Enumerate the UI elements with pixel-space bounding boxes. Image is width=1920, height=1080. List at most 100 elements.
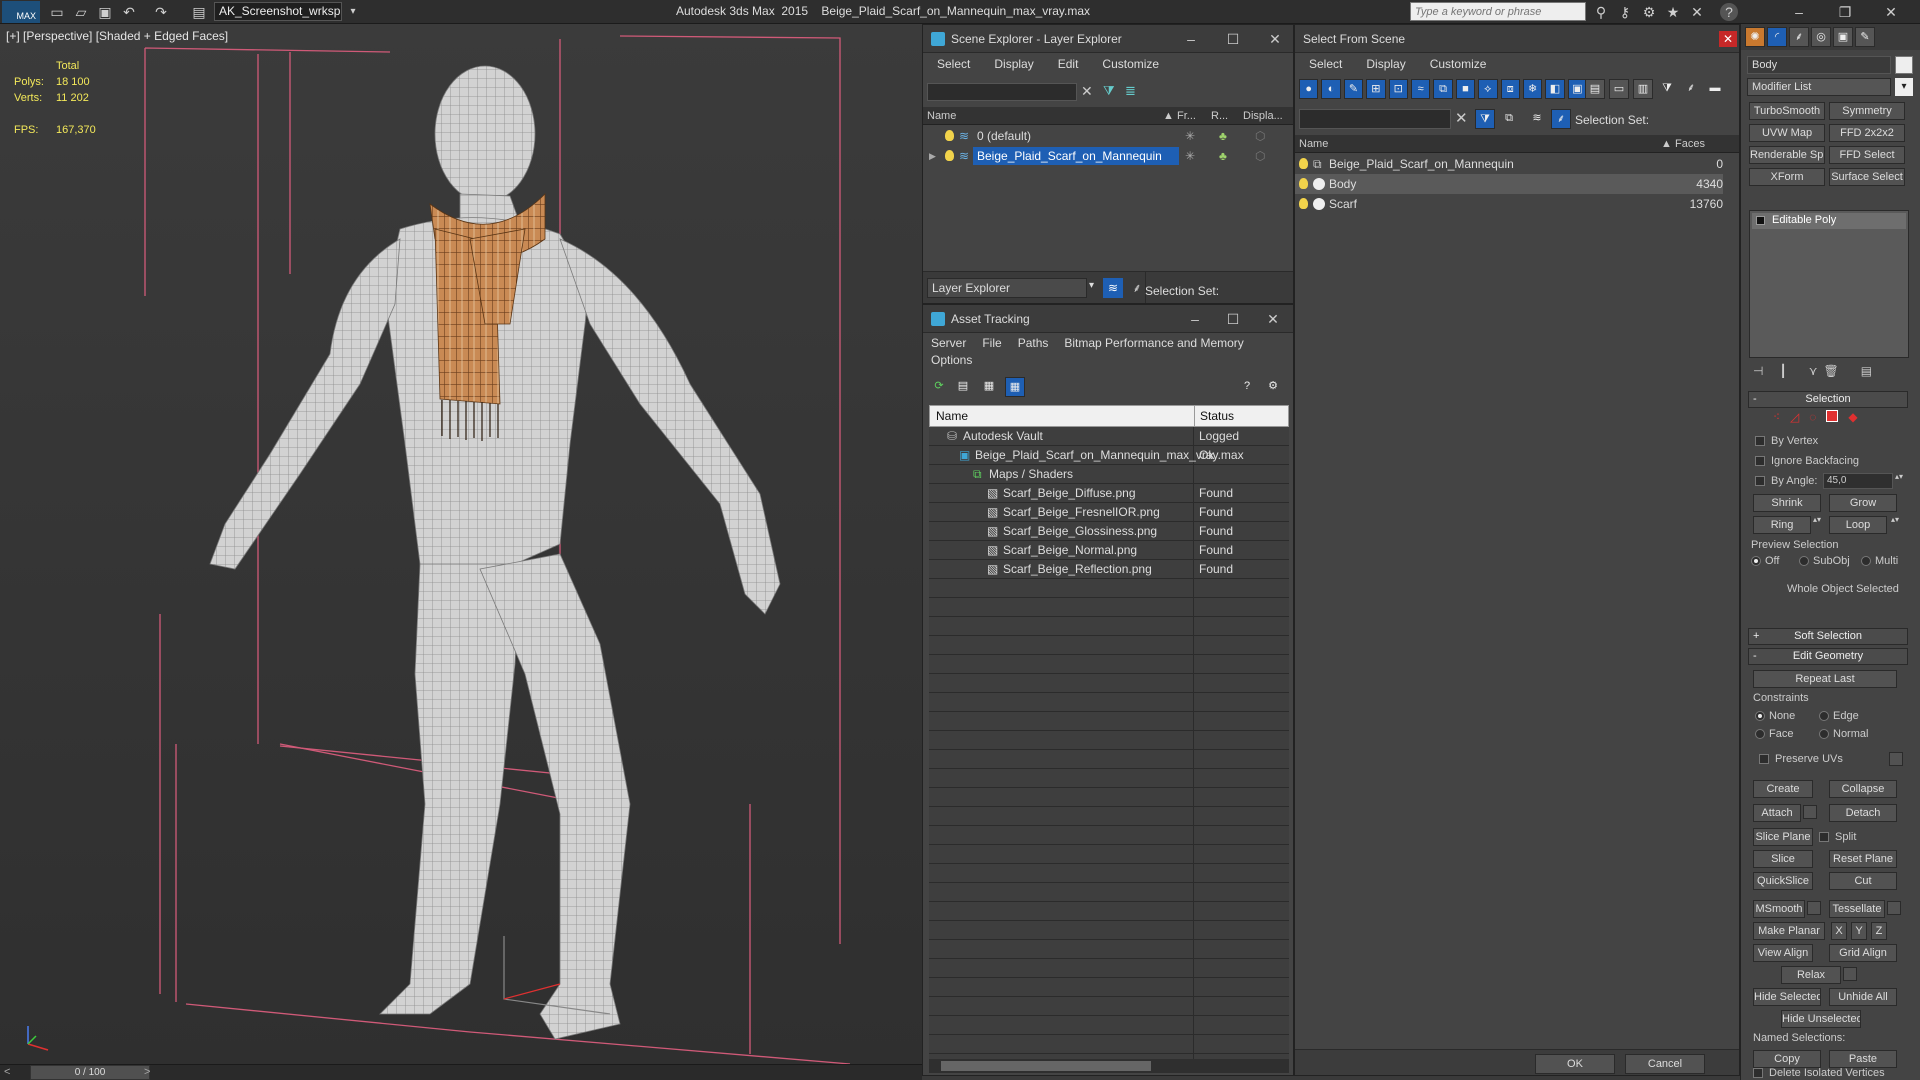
clear-find-icon[interactable]: ✕ (1455, 109, 1468, 127)
tessellate-settings-icon[interactable] (1887, 901, 1901, 915)
object-row[interactable]: Scarf 13760 (1295, 194, 1739, 214)
restore-icon[interactable]: ❐ (1836, 3, 1854, 21)
project-folder-icon[interactable]: ▤ (190, 3, 208, 21)
help-icon[interactable]: ? (1720, 3, 1738, 21)
spinner-arrows-icon[interactable]: ▴▾ (1895, 472, 1903, 481)
binoculars-icon[interactable]: ⚲ (1592, 3, 1610, 21)
horizontal-scrollbar[interactable] (929, 1059, 1289, 1073)
copy-button[interactable]: Copy (1753, 1050, 1821, 1068)
unhide-all-button[interactable]: Unhide All (1829, 988, 1897, 1006)
preserve-uvs-checkbox[interactable] (1759, 754, 1769, 764)
filter-active-icon[interactable]: ⧩ (1475, 109, 1495, 129)
scrollbar-thumb[interactable] (941, 1061, 1151, 1071)
constraint-edge-radio[interactable] (1819, 711, 1829, 721)
selection-rollout-header[interactable]: - Selection (1748, 391, 1908, 408)
menu-select[interactable]: Select (1309, 53, 1342, 75)
lightbulb-icon[interactable] (945, 150, 954, 161)
menu-display[interactable]: Display (1366, 53, 1405, 75)
asset-row[interactable]: ⛁ Autodesk Vault Logged (929, 427, 1289, 446)
table-view-icon[interactable]: ▦ (1005, 377, 1025, 397)
cut-button[interactable]: Cut (1829, 872, 1897, 890)
modifier-button[interactable]: XForm (1749, 168, 1825, 186)
help-icon[interactable]: ? (1237, 377, 1257, 397)
shapes-filter-icon[interactable]: ◐ (1321, 79, 1341, 99)
show-end-result-icon[interactable]: ┃ (1779, 364, 1786, 384)
loop-spinner-icon[interactable]: ▴▾ (1891, 515, 1899, 524)
select-none-icon[interactable]: ▭ (1609, 79, 1629, 99)
asset-row[interactable]: ▧ Scarf_Beige_Normal.png Found (929, 541, 1289, 560)
column-display[interactable]: Displa... (1243, 107, 1283, 125)
menu-display[interactable]: Display (994, 53, 1033, 75)
menu-customize[interactable]: Customize (1102, 53, 1159, 75)
chevron-down-icon[interactable]: ▾ (1089, 280, 1094, 291)
column-name[interactable]: Name (1299, 135, 1328, 153)
filter-icon[interactable]: ⧩ (1103, 83, 1115, 99)
expand-arrow-icon[interactable]: ▶ (929, 146, 936, 166)
layers-icon[interactable]: ≋ (1103, 278, 1123, 298)
configure-sets-icon[interactable]: ▤ (1861, 364, 1872, 384)
modifier-button[interactable]: Symmetry (1829, 102, 1905, 120)
polygon-level-icon[interactable] (1826, 410, 1839, 422)
tessellate-button[interactable]: Tessellate (1829, 900, 1885, 918)
menu-options[interactable]: Options (931, 353, 972, 367)
split-checkbox[interactable] (1819, 832, 1829, 842)
new-file-icon[interactable]: ▭ (48, 3, 66, 21)
groups-filter-icon[interactable]: ⧉ (1433, 79, 1453, 99)
redo-icon[interactable]: ↷ (152, 3, 170, 21)
create-button[interactable]: Create (1753, 780, 1813, 798)
object-name-field[interactable]: Body (1747, 56, 1891, 74)
ignore-backfacing-checkbox[interactable] (1755, 456, 1765, 466)
menu-bitmap-performance[interactable]: Bitmap Performance and Memory (1064, 333, 1243, 353)
slice-button[interactable]: Slice (1753, 850, 1813, 868)
minimize-icon[interactable]: – (1173, 25, 1209, 53)
angle-spinner[interactable]: 45,0 (1823, 473, 1893, 489)
spacewarps-filter-icon[interactable]: ≈ (1410, 79, 1431, 99)
hierarchy-tree-icon[interactable]: ⸙ (1681, 79, 1701, 99)
display-tab-icon[interactable]: ▣ (1833, 27, 1853, 47)
asset-row[interactable]: ▣ Beige_Plaid_Scarf_on_Mannequin_max_vray… (929, 446, 1289, 465)
minimize-icon[interactable]: – (1177, 305, 1213, 333)
clear-search-icon[interactable]: ✕ (1081, 83, 1093, 100)
settings-icon[interactable]: ⚙ (1640, 3, 1658, 21)
create-tab-icon[interactable]: ✺ (1745, 27, 1765, 47)
close-icon[interactable]: ✕ (1257, 25, 1293, 53)
modifier-button[interactable]: FFD Select (1829, 146, 1905, 164)
stack-item-editable-poly[interactable]: Editable Poly (1752, 213, 1906, 229)
pin-stack-icon[interactable]: ⊣ (1753, 364, 1763, 384)
teapot-render-icon[interactable]: ♣ (1219, 126, 1227, 146)
utilities-tab-icon[interactable]: ✎ (1855, 27, 1875, 47)
teapot-render-icon[interactable]: ♣ (1219, 146, 1227, 166)
helpers-filter-icon[interactable]: ⊡ (1388, 79, 1408, 99)
detach-button[interactable]: Detach (1829, 804, 1897, 822)
make-unique-icon[interactable]: ⋎ (1809, 364, 1818, 384)
column-render[interactable]: R... (1211, 107, 1228, 125)
constraint-normal-radio[interactable] (1819, 729, 1829, 739)
menu-paths[interactable]: Paths (1018, 333, 1049, 353)
motion-tab-icon[interactable]: ◎ (1811, 27, 1831, 47)
prev-frame-button[interactable]: < (4, 1066, 10, 1078)
preserve-uvs-settings-icon[interactable] (1889, 752, 1903, 766)
select-invert-icon[interactable]: ▥ (1633, 79, 1653, 99)
maximize-icon[interactable]: ☐ (1215, 305, 1251, 333)
save-file-icon[interactable]: ▣ (96, 3, 114, 21)
paste-button[interactable]: Paste (1829, 1050, 1897, 1068)
edit-geometry-rollout-header[interactable]: - Edit Geometry (1748, 648, 1908, 665)
search-input[interactable] (1410, 2, 1586, 21)
chevron-down-icon[interactable]: ▾ (1895, 78, 1913, 96)
perspective-viewport[interactable]: [+] [Perspective] [Shaded + Edged Faces]… (0, 24, 922, 1064)
filter-funnel-icon[interactable]: ⧩ (1657, 79, 1677, 99)
attach-list-icon[interactable] (1803, 805, 1817, 819)
preview-off-radio[interactable] (1751, 556, 1761, 566)
edge-level-icon[interactable]: ◿ (1790, 410, 1799, 424)
vertex-level-icon[interactable]: ⁖ (1773, 410, 1780, 424)
ring-spinner-icon[interactable]: ▴▾ (1813, 515, 1821, 524)
select-all-icon[interactable]: ▤ (1585, 79, 1605, 99)
make-planar-button[interactable]: Make Planar (1753, 922, 1825, 940)
next-frame-button[interactable]: > (144, 1066, 150, 1078)
close-icon[interactable]: ✕ (1719, 31, 1737, 47)
thumbnail-icon[interactable]: ▦ (979, 377, 999, 397)
msmooth-button[interactable]: MSmooth (1753, 900, 1805, 918)
list-icon[interactable]: ▤ (953, 377, 973, 397)
cameras-filter-icon[interactable]: ⊞ (1366, 79, 1386, 99)
object-row[interactable]: ⧉ Beige_Plaid_Scarf_on_Mannequin 0 (1295, 154, 1739, 174)
